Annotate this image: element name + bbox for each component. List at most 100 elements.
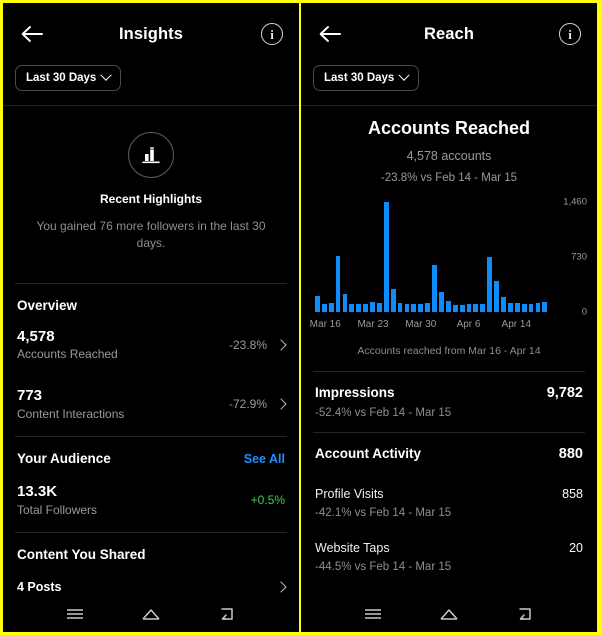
chart-bar	[473, 304, 479, 312]
metric-value: 880	[558, 446, 583, 462]
audience-row-total-followers[interactable]: 13.3K Total Followers +0.5%	[3, 472, 299, 532]
chart-bar	[459, 304, 465, 312]
metric-text: 4,578 Accounts Reached	[17, 327, 118, 363]
chart-bar	[404, 304, 410, 312]
reach-scroll-body[interactable]: Accounts Reached 4,578 accounts -23.8% v…	[301, 106, 597, 596]
chart-bar	[356, 304, 362, 312]
metric-header: Account Activity 880	[315, 446, 583, 462]
chevron-right-icon[interactable]	[275, 581, 287, 593]
chart-bar	[397, 302, 403, 312]
metric-subtext: -42.1% vs Feb 14 - Mar 15	[315, 507, 452, 519]
metric-name: Website Taps	[315, 541, 390, 555]
chart-bar	[501, 296, 506, 312]
back-icon[interactable]	[515, 607, 535, 622]
chart-x-axis: Mar 16 Mar 23 Mar 30 Apr 6 Apr 14	[310, 319, 547, 333]
content-shared-section-title: Content You Shared	[17, 546, 146, 562]
chart-plot-area: 0 730 1,460	[315, 197, 587, 318]
metric-value: 20	[569, 541, 583, 555]
chart-bar	[466, 304, 472, 312]
chart-bar	[480, 303, 486, 312]
metric-value: 9,782	[546, 385, 583, 401]
chart-bar	[535, 302, 541, 312]
chart-bar	[528, 304, 534, 312]
date-range-button[interactable]: Last 30 Days	[15, 65, 122, 91]
metric-impressions[interactable]: Impressions 9,782 -52.4% vs Feb 14 - Mar…	[301, 372, 597, 432]
date-range-label: Last 30 Days	[26, 72, 97, 84]
chart-bar	[377, 303, 382, 312]
metric-header: Website Taps 20	[315, 541, 583, 555]
chart-bar	[315, 296, 320, 312]
metric-profile-visits[interactable]: Profile Visits 858 -42.1% vs Feb 14 - Ma…	[301, 475, 597, 529]
home-icon[interactable]	[438, 607, 460, 621]
chart-bar	[521, 303, 527, 312]
chart-caption: Accounts reached from Mar 16 - Apr 14	[357, 345, 541, 357]
chart-bar	[445, 301, 451, 312]
info-circle-icon[interactable]: i	[559, 23, 581, 45]
page-title: Insights	[118, 24, 184, 43]
chart-y-axis: 0 730 1,460	[547, 197, 587, 318]
chevron-down-icon	[398, 69, 410, 81]
highlights-subtitle: You gained 76 more followers in the last…	[36, 218, 266, 251]
metric-text: 13.3K Total Followers	[17, 482, 97, 518]
insights-screen: Insights i Last 30 Days Recent Highlight…	[3, 3, 299, 632]
chart-bar	[342, 294, 348, 312]
menu-hamburger-icon[interactable]	[65, 607, 85, 621]
content-shared-row-posts[interactable]: 4 Posts	[3, 566, 299, 596]
chevron-right-icon[interactable]	[275, 398, 287, 410]
overview-section-title: Overview	[17, 297, 78, 313]
back-icon[interactable]	[217, 607, 237, 622]
reach-topbar: Reach i	[301, 3, 597, 65]
chart-bar	[507, 302, 513, 312]
metric-delta: -72.9%	[228, 397, 267, 412]
metric-account-activity[interactable]: Account Activity 880	[301, 433, 597, 475]
chevron-right-icon[interactable]	[275, 338, 287, 351]
chart-bar	[439, 292, 444, 312]
chart-bar	[432, 265, 437, 312]
metric-delta: +0.5%	[250, 492, 285, 507]
info-circle-icon[interactable]: i	[261, 23, 283, 45]
metric-value: 773	[17, 387, 43, 405]
screenshot-root: Insights i Last 30 Days Recent Highlight…	[0, 0, 602, 635]
metric-subtext: -44.5% vs Feb 14 - Mar 15	[315, 561, 452, 573]
see-all-link[interactable]: See All	[244, 452, 285, 466]
accounts-reached-delta: -23.8% vs Feb 14 - Mar 15	[380, 172, 518, 184]
menu-hamburger-icon[interactable]	[363, 607, 383, 621]
highlights-title: Recent Highlights	[99, 191, 202, 206]
metric-name: Profile Visits	[315, 487, 384, 501]
accounts-reached-header: Accounts Reached 4,578 accounts -23.8% v…	[301, 106, 597, 188]
chart-x-tick-label: Mar 30	[405, 319, 437, 330]
insights-scroll-body[interactable]: Recent Highlights You gained 76 more fol…	[3, 106, 299, 596]
recent-highlights-card[interactable]: Recent Highlights You gained 76 more fol…	[3, 106, 299, 283]
reach-screen: Reach i Last 30 Days Accounts Reached 4,…	[301, 3, 597, 632]
metric-text: 773 Content Interactions	[17, 386, 124, 422]
chart-bar	[363, 304, 369, 312]
reach-date-filter-row: Last 30 Days	[301, 65, 597, 105]
chart-bar	[452, 305, 458, 312]
audience-section-title: Your Audience	[17, 451, 111, 467]
metric-website-taps[interactable]: Website Taps 20 -44.5% vs Feb 14 - Mar 1…	[301, 529, 597, 583]
metric-trailing: +0.5%	[251, 493, 285, 507]
accounts-reached-count: 4,578 accounts	[406, 149, 492, 163]
chart-bars	[315, 202, 548, 312]
chart-bar	[494, 280, 499, 312]
date-range-button[interactable]: Last 30 Days	[313, 65, 420, 91]
chart-x-tick-label: Mar 16	[309, 319, 341, 330]
metric-header: Impressions 9,782	[315, 385, 583, 401]
chart-bar	[370, 302, 375, 312]
chart-bar	[335, 256, 341, 312]
chart-x-tick-label: Apr 6	[456, 319, 481, 330]
android-nav-bar-left	[3, 596, 299, 632]
chart-bar	[349, 303, 355, 312]
overview-row-content-interactions[interactable]: 773 Content Interactions -72.9%	[3, 376, 299, 436]
date-range-label: Last 30 Days	[324, 72, 395, 84]
overview-row-accounts-reached[interactable]: 4,578 Accounts Reached -23.8%	[3, 317, 299, 377]
home-icon[interactable]	[140, 607, 162, 621]
metric-name: Account Activity	[315, 446, 422, 461]
metric-name: Impressions	[315, 385, 395, 400]
bar-chart-icon	[128, 131, 174, 178]
chart-bar	[390, 288, 396, 312]
posts-label: 4 Posts	[17, 579, 62, 594]
reach-bar-chart[interactable]: 0 730 1,460 Mar 16 Mar 23 Mar 30 Apr 6 Apr 14	[301, 188, 597, 333]
chart-bar	[328, 302, 334, 312]
metric-trailing: -72.9%	[228, 397, 287, 412]
